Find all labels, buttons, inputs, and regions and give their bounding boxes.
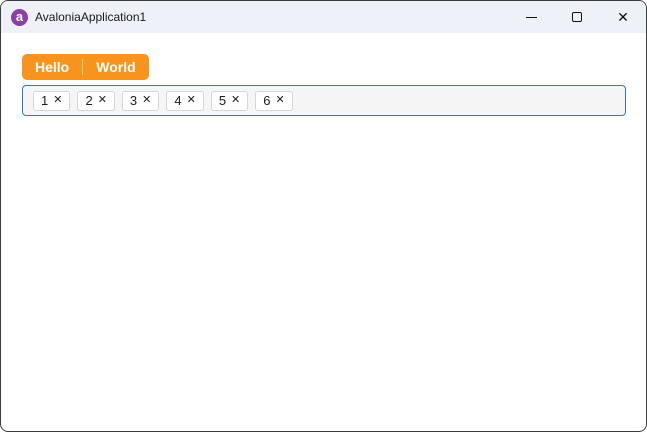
avalonia-app-icon: a — [11, 8, 28, 26]
maximize-button[interactable] — [554, 1, 600, 33]
tag-chip: 5 ✕ — [210, 90, 249, 111]
tag-label: 3 — [129, 93, 138, 108]
tag-remove-icon[interactable]: ✕ — [187, 95, 196, 106]
tag-chip: 1 ✕ — [33, 90, 71, 111]
close-icon: ✕ — [617, 9, 629, 25]
title-bar[interactable]: a AvaloniaApplication1 ✕ — [1, 1, 646, 33]
tag-chip: 4 ✕ — [166, 90, 204, 111]
tag-chip: 3 ✕ — [121, 90, 160, 111]
tag-label: 5 — [218, 93, 227, 108]
minimize-icon — [525, 16, 537, 18]
tag-remove-icon[interactable]: ✕ — [53, 95, 62, 106]
tag-label: 2 — [85, 93, 93, 108]
minimize-button[interactable] — [508, 1, 554, 33]
tag-chip: 6 ✕ — [255, 90, 293, 111]
close-button[interactable]: ✕ — [600, 1, 646, 33]
tag-chip: 2 ✕ — [77, 90, 115, 111]
tag-remove-icon[interactable]: ✕ — [142, 95, 151, 106]
world-button[interactable]: World — [83, 54, 148, 80]
tag-remove-icon[interactable]: ✕ — [98, 95, 107, 106]
tag-label: 4 — [174, 93, 182, 108]
window-title: AvaloniaApplication1 — [35, 10, 147, 24]
tag-remove-icon[interactable]: ✕ — [276, 95, 285, 106]
maximize-icon — [572, 12, 582, 22]
hello-world-button-group: Hello World — [22, 54, 149, 80]
hello-button[interactable]: Hello — [22, 54, 82, 80]
app-window: a AvaloniaApplication1 ✕ Hello World 1 ✕… — [0, 0, 647, 432]
window-caption-controls: ✕ — [508, 1, 646, 33]
tag-label: 1 — [41, 93, 49, 108]
window-content: Hello World 1 ✕ 2 ✕ 3 ✕ 4 ✕ 5 ✕ 6 ✕ — [1, 33, 646, 116]
tags-input[interactable]: 1 ✕ 2 ✕ 3 ✕ 4 ✕ 5 ✕ 6 ✕ — [22, 85, 626, 116]
tag-remove-icon[interactable]: ✕ — [231, 95, 240, 106]
tag-label: 6 — [263, 93, 271, 108]
